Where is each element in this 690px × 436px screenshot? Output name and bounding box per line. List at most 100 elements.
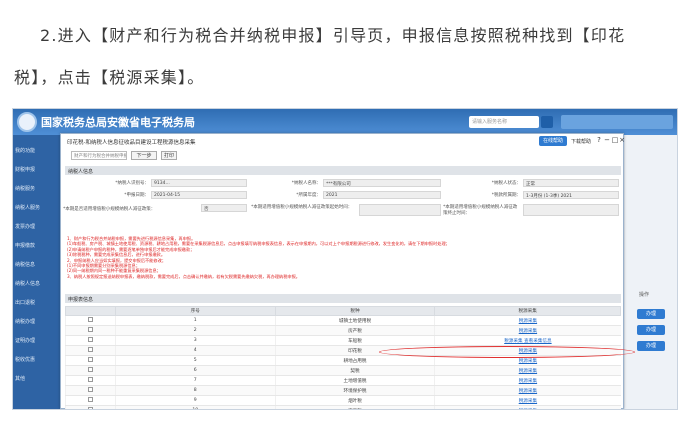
handle-button[interactable]: 办理 xyxy=(637,325,665,335)
row-number: 1 xyxy=(114,315,276,326)
table-row: 2 房产税 税源采集 xyxy=(65,325,621,336)
next-step-button[interactable]: 下一步 xyxy=(131,151,157,160)
source-collection-link[interactable]: 税源采集 查看采集信息 xyxy=(504,339,551,344)
minimize-icon[interactable]: − xyxy=(603,136,611,145)
portal-search-input[interactable]: 请输入服务名称 xyxy=(469,116,539,128)
row-checkbox[interactable] xyxy=(87,397,93,402)
dialog-title: 印花税-和纳税人信息征收品目建设工程税源信息采集 xyxy=(67,140,196,146)
search-icon[interactable] xyxy=(541,116,553,128)
help-icon[interactable]: ? xyxy=(595,136,603,145)
source-collection-link[interactable]: 税源采集 xyxy=(519,409,537,410)
reduction-start-field[interactable] xyxy=(359,204,441,216)
tax-filing-dialog: 印花税-和纳税人信息征收品目建设工程税源信息采集 在线帮助 下载帮助 ? − □… xyxy=(60,133,635,410)
row-checkbox[interactable] xyxy=(87,317,93,322)
row-number: 3 xyxy=(114,335,276,346)
online-help-button[interactable]: 在线帮助 xyxy=(539,136,567,146)
action-cell: 税源采集 xyxy=(434,325,621,336)
row-checkbox-cell xyxy=(65,335,116,346)
sidebar-item[interactable]: 纳税人服务 xyxy=(15,204,61,211)
field-label: *纳税人状态： xyxy=(491,181,521,186)
print-button[interactable]: 打印 xyxy=(161,151,177,160)
reduction-end-field[interactable] xyxy=(523,204,619,216)
sidebar-item[interactable]: 我的功能 xyxy=(15,147,61,154)
portal-header: 国家税务总局安徽省电子税务局 请输入服务名称 xyxy=(13,109,677,135)
sidebar-item[interactable]: 纳税办理 xyxy=(15,318,61,325)
tax-type-name: 房产税 xyxy=(274,325,435,336)
row-checkbox[interactable] xyxy=(87,367,93,372)
action-cell: 税源采集 查看采集信息 xyxy=(434,335,621,346)
row-number: 10 xyxy=(114,405,276,409)
field-label: *本期是否适用增值税小规模纳税人减征政策： xyxy=(63,207,156,212)
user-menu[interactable] xyxy=(561,115,673,129)
tax-logo-icon xyxy=(17,112,37,132)
table-row: 9 烟叶税 税源采集 xyxy=(65,395,621,406)
source-collection-link[interactable]: 税源采集 xyxy=(519,359,537,364)
row-checkbox[interactable] xyxy=(87,337,93,342)
sidebar-item[interactable]: 税收优惠 xyxy=(15,356,61,363)
row-checkbox[interactable] xyxy=(87,387,93,392)
source-collection-link[interactable]: 税源采集 xyxy=(519,379,537,384)
source-collection-link[interactable]: 税源采集 xyxy=(519,329,537,334)
source-collection-link[interactable]: 税源采集 xyxy=(519,369,537,374)
action-cell: 税源采集 xyxy=(434,395,621,406)
row-checkbox[interactable] xyxy=(87,327,93,332)
portal-title: 国家税务总局安徽省电子税务局 xyxy=(41,116,195,129)
row-checkbox-cell xyxy=(65,315,116,326)
action-cell: 税源采集 xyxy=(434,405,621,410)
article-line-1: 2.进入【财产和行为税合并纳税申报】引导页，申报信息按照税种找到【印花 xyxy=(40,26,626,45)
close-icon[interactable]: × xyxy=(618,136,626,145)
row-checkbox-cell xyxy=(65,345,116,356)
tax-type-table: 序号 税种 税源采集 1 城镇土地使用税 税源采集 2 房产税 税源采集 3 车船税 税源采集 … xyxy=(65,306,621,410)
small-scale-reduction-select[interactable]: 否 xyxy=(201,204,247,212)
field-label: *纳税人名称： xyxy=(291,181,321,186)
sidebar-item[interactable]: 纳税信息 xyxy=(15,261,61,268)
row-checkbox[interactable] xyxy=(87,407,93,409)
row-number: 5 xyxy=(114,355,276,366)
row-checkbox-cell xyxy=(65,405,116,409)
handle-button[interactable]: 办理 xyxy=(637,341,665,351)
source-collection-link[interactable]: 税源采集 xyxy=(519,319,537,324)
row-checkbox[interactable] xyxy=(87,347,93,352)
row-number: 6 xyxy=(114,365,276,376)
tax-year-select[interactable]: 2021 xyxy=(323,191,441,199)
filing-type-select[interactable]: 财产和行为税合并纳税申报 xyxy=(71,151,127,160)
field-label: *本期适用增值税小规模纳税人减征政策终止时间： xyxy=(443,205,518,216)
sidebar-item[interactable]: 纳税人信息 xyxy=(15,280,61,287)
column-header xyxy=(65,306,116,316)
action-cell: 税源采集 xyxy=(434,365,621,376)
table-header-row: 序号 税种 税源采集 xyxy=(65,306,621,316)
source-collection-link[interactable]: 税源采集 xyxy=(519,399,537,404)
sidebar-item[interactable]: 出口退税 xyxy=(15,299,61,306)
download-help-link[interactable]: 下载帮助 xyxy=(571,138,591,145)
table-row: 3 车船税 税源采集 查看采集信息 xyxy=(65,335,621,346)
tax-type-name: 耕地占用税 xyxy=(274,355,435,366)
sidebar-item[interactable]: 纳税服务 xyxy=(15,185,61,192)
tax-type-name: 土地增值税 xyxy=(274,375,435,386)
column-header: 税种 xyxy=(274,306,436,316)
sidebar-item[interactable]: 发票办理 xyxy=(15,223,61,230)
row-number: 7 xyxy=(114,375,276,386)
sidebar-item[interactable]: 其他 xyxy=(15,375,61,382)
article-text: 2.进入【财产和行为税合并纳税申报】引导页，申报信息按照税种找到【印花 税】，点… xyxy=(0,0,690,100)
row-checkbox[interactable] xyxy=(87,377,93,382)
field-label: *本期适用增值税小规模纳税人减征政策起始时间： xyxy=(251,205,353,210)
sidebar-item[interactable]: 申报缴款 xyxy=(15,242,61,249)
column-header: 税源采集 xyxy=(434,306,621,316)
tax-type-name: 城镇土地使用税 xyxy=(274,315,435,326)
tax-type-name: 车船税 xyxy=(274,335,435,346)
screenshot: 国家税务总局安徽省电子税务局 请输入服务名称 我的功能财税申报纳税服务纳税人服务… xyxy=(12,108,678,410)
action-cell: 税源采集 xyxy=(434,375,621,386)
handle-button[interactable]: 办理 xyxy=(637,309,665,319)
taxpayer-status-field: 正常 xyxy=(523,179,619,187)
source-collection-link[interactable]: 税源采集 xyxy=(519,389,537,394)
stamp-tax-highlight-oval xyxy=(379,346,635,358)
table-row: 10资源税税源采集 xyxy=(65,405,621,410)
operation-label: 操作 xyxy=(639,292,650,298)
row-checkbox[interactable] xyxy=(87,357,93,362)
notice-line: 3、纳税人按照规定报送纳税申报表，缴纳税款，需要完成后，点击确认并缴纳，若有欠税… xyxy=(67,273,300,279)
tax-period-select[interactable]: 1-3月份 (1-3季) 2021 xyxy=(523,191,619,199)
sidebar-item[interactable]: 财税申报 xyxy=(15,166,61,173)
tax-type-name: 契税 xyxy=(274,365,435,376)
row-number: 9 xyxy=(114,395,276,406)
sidebar-item[interactable]: 证明办理 xyxy=(15,337,61,344)
